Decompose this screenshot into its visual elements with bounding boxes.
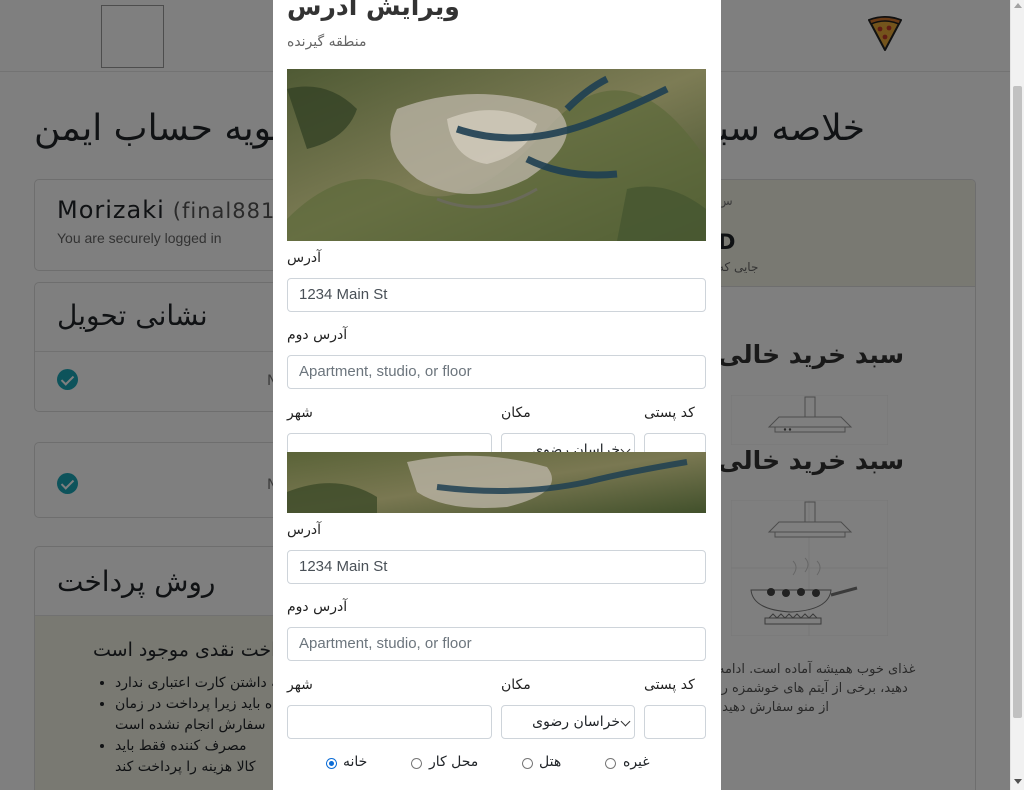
radio-hotel[interactable]: [522, 758, 533, 769]
address-label: آدرس: [287, 522, 321, 538]
city-label: شهر: [287, 677, 313, 693]
zip-label: کد پستی: [644, 405, 695, 421]
address2-input[interactable]: Apartment, studio, or floor: [287, 355, 706, 389]
address2-label: آدرس دوم: [287, 327, 348, 343]
zip-input[interactable]: [644, 705, 706, 739]
address-input[interactable]: 1234 Main St: [287, 550, 706, 584]
zip-label: کد پستی: [644, 677, 695, 693]
radio-label: هتل: [539, 754, 562, 770]
state-label: مکان: [501, 677, 531, 693]
modal-title: ویرایش آدرس: [287, 0, 460, 21]
scroll-up-arrow-icon[interactable]: [1014, 3, 1022, 8]
address2-input[interactable]: Apartment, studio, or floor: [287, 627, 706, 661]
scroll-down-arrow-icon[interactable]: [1014, 779, 1022, 784]
chevron-down-icon: [620, 716, 631, 727]
city-label: شهر: [287, 405, 313, 421]
edit-address-modal: ویرایش آدرس منطقه گیرنده آدرس 1234 Main …: [273, 0, 721, 790]
state-select[interactable]: خراسان رضوی: [501, 705, 635, 739]
modal-subtitle: منطقه گیرنده: [287, 34, 367, 50]
address-input[interactable]: 1234 Main St: [287, 278, 706, 312]
address-label: آدرس: [287, 250, 321, 266]
state-select-value: خراسان رضوی: [532, 714, 620, 730]
radio-label: محل کار: [429, 754, 479, 770]
page-scrollbar[interactable]: [1010, 0, 1024, 790]
radio-other[interactable]: [605, 758, 616, 769]
satellite-map-image[interactable]: [287, 452, 706, 513]
radio-label: خانه: [343, 754, 368, 770]
radio-label: غیره: [623, 754, 650, 770]
address2-label: آدرس دوم: [287, 599, 348, 615]
city-input[interactable]: [287, 705, 492, 739]
scroll-thumb[interactable]: [1013, 86, 1022, 718]
state-label: مکان: [501, 405, 531, 421]
radio-work[interactable]: [411, 758, 422, 769]
satellite-map-image[interactable]: [287, 69, 706, 241]
radio-home[interactable]: [326, 758, 337, 769]
